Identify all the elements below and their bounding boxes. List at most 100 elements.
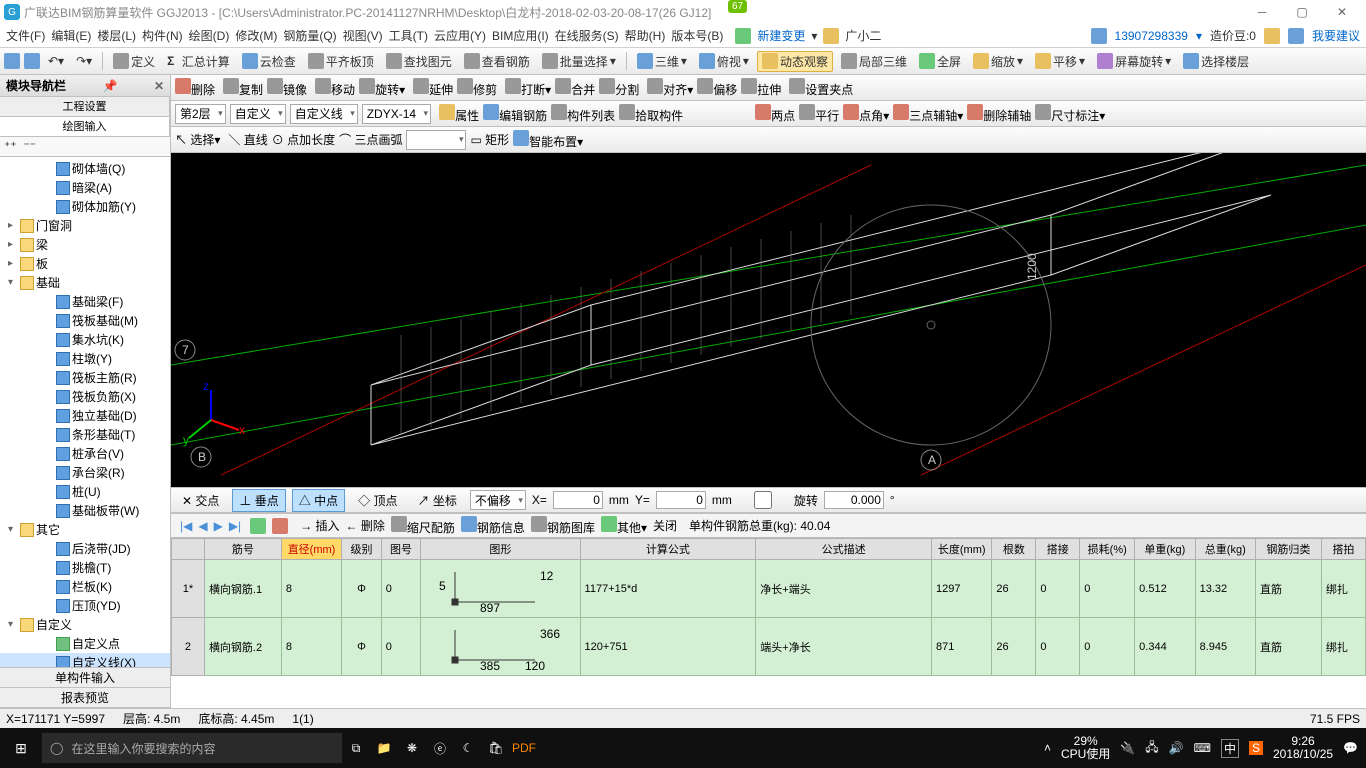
table-row[interactable]: 1*横向钢筋.18Φ01289751177+15*d净长+端头129726000…: [172, 560, 1366, 618]
select-floor-button[interactable]: 选择楼层: [1179, 51, 1253, 72]
tree-node[interactable]: 基础板带(W): [0, 501, 170, 520]
tree-node[interactable]: 砌体墙(Q): [0, 159, 170, 178]
fullscreen-button[interactable]: 全屏: [915, 51, 965, 72]
tb-app3-icon[interactable]: ☾: [454, 741, 482, 755]
tree-node[interactable]: ▾基础: [0, 273, 170, 292]
tab-project-settings[interactable]: 工程设置: [0, 97, 170, 116]
save-icon[interactable]: [24, 53, 40, 69]
merge-button[interactable]: 合并: [555, 78, 595, 98]
extend-button[interactable]: 延伸: [413, 78, 453, 98]
snap-cross[interactable]: ✕ 交点: [175, 489, 226, 512]
table-row[interactable]: 2横向钢筋.28Φ0366385120120+751端头+净长87126000.…: [172, 618, 1366, 676]
split-button[interactable]: 分割: [599, 78, 639, 98]
menu-help[interactable]: 帮助(H): [625, 27, 666, 44]
floor-combo[interactable]: 第2层: [175, 104, 226, 124]
menu-draw[interactable]: 绘图(D): [189, 27, 230, 44]
tree-node[interactable]: 柱墩(Y): [0, 349, 170, 368]
arc-button[interactable]: ⌒ 三点画弧: [339, 131, 402, 148]
snap-coord[interactable]: ↗ 坐标: [410, 489, 463, 512]
view-rebar-button[interactable]: 查看钢筋: [460, 51, 534, 72]
del-row-icon[interactable]: [272, 518, 288, 534]
menu-tools[interactable]: 工具(T): [389, 27, 428, 44]
tree-node[interactable]: ▾其它: [0, 520, 170, 539]
menu-cloud[interactable]: 云应用(Y): [434, 27, 486, 44]
menu-bim[interactable]: BIM应用(I): [492, 27, 549, 44]
menu-online[interactable]: 在线服务(S): [555, 27, 619, 44]
tab-single-input[interactable]: 单构件输入: [0, 668, 170, 688]
local-3d-button[interactable]: 局部三维: [837, 51, 911, 72]
rotate-input[interactable]: [824, 491, 884, 509]
tree-node[interactable]: 桩承台(V): [0, 444, 170, 463]
rotate-button[interactable]: 旋转▾: [359, 78, 405, 98]
add-row-icon[interactable]: [250, 518, 266, 534]
edit-rebar-button[interactable]: 编辑钢筋: [483, 104, 547, 124]
tab-report-preview[interactable]: 报表预览: [0, 688, 170, 708]
three-point-axis-button[interactable]: 三点辅轴▾: [893, 104, 963, 124]
panel-close-icon[interactable]: ✕: [154, 79, 164, 93]
menu-rebar[interactable]: 钢筋量(Q): [283, 27, 336, 44]
insert-button[interactable]: → 插入: [300, 517, 339, 534]
menu-edit[interactable]: 编辑(E): [51, 27, 91, 44]
pan-button[interactable]: 平移▾: [1031, 51, 1089, 72]
bell-icon[interactable]: [1264, 28, 1280, 44]
select-button[interactable]: ↖ 选择▾: [175, 131, 220, 148]
other-button[interactable]: 其他▾: [601, 516, 647, 536]
tb-app2-icon[interactable]: ❋: [398, 741, 426, 755]
break-button[interactable]: 打断▾: [505, 78, 551, 98]
menu-component[interactable]: 构件(N): [142, 27, 183, 44]
parallel-button[interactable]: 平行: [799, 104, 839, 124]
tree-node[interactable]: 筏板基础(M): [0, 311, 170, 330]
undo-button[interactable]: ↶▾: [44, 52, 68, 70]
tray-clock[interactable]: 9:262018/10/25: [1273, 735, 1333, 761]
tray-net-icon[interactable]: 🖧: [1145, 738, 1158, 759]
move-button[interactable]: 移动: [315, 78, 355, 98]
3d-button[interactable]: 三维▾: [633, 51, 691, 72]
tb-app4-icon[interactable]: 🛍: [482, 741, 510, 755]
tray-notifications-icon[interactable]: 💬: [1343, 741, 1358, 755]
redo-button[interactable]: ↷▾: [72, 52, 96, 70]
component-list-button[interactable]: 构件列表: [551, 104, 615, 124]
pick-component-button[interactable]: 拾取构件: [619, 104, 683, 124]
tree-node[interactable]: 自定义线(X): [0, 653, 170, 667]
tree-node[interactable]: 承台梁(R): [0, 463, 170, 482]
menu-floor[interactable]: 楼层(L): [97, 27, 136, 44]
tray-ime[interactable]: 中: [1221, 739, 1239, 758]
find-button[interactable]: 查找图元: [382, 51, 456, 72]
tree-node[interactable]: 自定义点: [0, 634, 170, 653]
rebar-table[interactable]: 筋号直径(mm)级别图号图形计算公式公式描述长度(mm)根数搭接损耗(%)单重(…: [171, 538, 1366, 676]
define-button[interactable]: 定义: [109, 51, 159, 72]
tree-node[interactable]: 栏板(K): [0, 577, 170, 596]
sum-button[interactable]: Σ 汇总计算: [163, 51, 234, 72]
subcategory-combo[interactable]: 自定义线: [290, 104, 358, 124]
tree-node[interactable]: ▸梁: [0, 235, 170, 254]
cloud-check-button[interactable]: 云检查: [238, 51, 300, 72]
grid-delete-button[interactable]: ← 删除: [346, 517, 385, 534]
rebar-library-button[interactable]: 钢筋图库: [531, 516, 595, 536]
component-tree[interactable]: 砌体墙(Q)暗梁(A)砌体加筋(Y)▸门窗洞▸梁▸板▾基础基础梁(F)筏板基础(…: [0, 157, 170, 667]
task-view-icon[interactable]: ⧉: [342, 741, 370, 756]
close-grid-button[interactable]: 关闭: [653, 517, 677, 534]
tree-node[interactable]: 砌体加筋(Y): [0, 197, 170, 216]
delete-axis-button[interactable]: 删除辅轴: [967, 104, 1031, 124]
pin-icon[interactable]: 📌: [103, 79, 118, 93]
suggest-button[interactable]: 我要建议: [1312, 27, 1360, 44]
property-button[interactable]: 属性: [439, 104, 479, 124]
open-icon[interactable]: [4, 53, 20, 69]
line-button[interactable]: ＼ 直线: [228, 131, 267, 148]
zoom-button[interactable]: 缩放▾: [969, 51, 1027, 72]
tree-node[interactable]: 独立基础(D): [0, 406, 170, 425]
expand-icon[interactable]: ⁺⁺: [4, 139, 17, 153]
tree-node[interactable]: 后浇带(JD): [0, 539, 170, 558]
tree-node[interactable]: ▾自定义: [0, 615, 170, 634]
x-input[interactable]: [553, 491, 603, 509]
tb-edge-icon[interactable]: ⓔ: [426, 740, 454, 757]
collapse-icon[interactable]: ⁻⁻: [23, 139, 36, 153]
draw-mode-combo[interactable]: [406, 130, 466, 150]
menu-modify[interactable]: 修改(M): [235, 27, 277, 44]
scale-rebar-button[interactable]: 缩尺配筋: [391, 516, 455, 536]
tree-node[interactable]: 暗梁(A): [0, 178, 170, 197]
menu-version[interactable]: 版本号(B): [671, 27, 723, 44]
offset-mode-combo[interactable]: 不偏移: [470, 490, 526, 510]
menu-file[interactable]: 文件(F): [6, 27, 45, 44]
tray-power-icon[interactable]: 🔌: [1120, 741, 1135, 755]
